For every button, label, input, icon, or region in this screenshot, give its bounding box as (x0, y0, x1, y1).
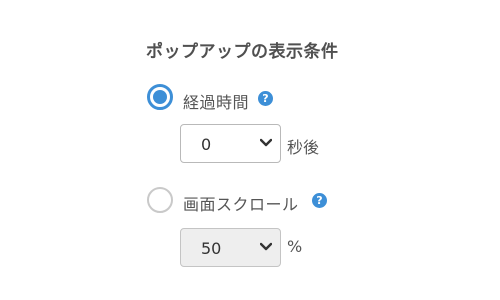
chevron-down-icon (260, 242, 272, 251)
elapsed-time-suffix: 秒後 (287, 138, 320, 157)
elapsed-time-select-value: 0 (201, 135, 212, 154)
popup-display-conditions-panel: ポップアップの表示条件 経過時間 ? 0 秒後 画面スクロール ? 50 % (0, 0, 500, 300)
scroll-percent-suffix: % (287, 237, 303, 256)
scroll-percent-select-value: 50 (201, 239, 222, 258)
screen-scroll-label[interactable]: 画面スクロール (183, 191, 299, 215)
scroll-percent-select[interactable]: 50 (180, 228, 281, 267)
help-icon-elapsed-time[interactable]: ? (258, 91, 273, 106)
help-icon-glyph: ? (316, 194, 323, 207)
elapsed-time-select[interactable]: 0 (180, 124, 281, 163)
elapsed-time-label[interactable]: 経過時間 (183, 89, 249, 113)
chevron-down-icon (260, 138, 272, 147)
help-icon-screen-scroll[interactable]: ? (312, 193, 327, 208)
help-icon-glyph: ? (262, 92, 269, 105)
radio-elapsed-time[interactable] (147, 84, 173, 110)
section-title: ポップアップの表示条件 (146, 42, 339, 62)
radio-screen-scroll[interactable] (147, 187, 173, 213)
